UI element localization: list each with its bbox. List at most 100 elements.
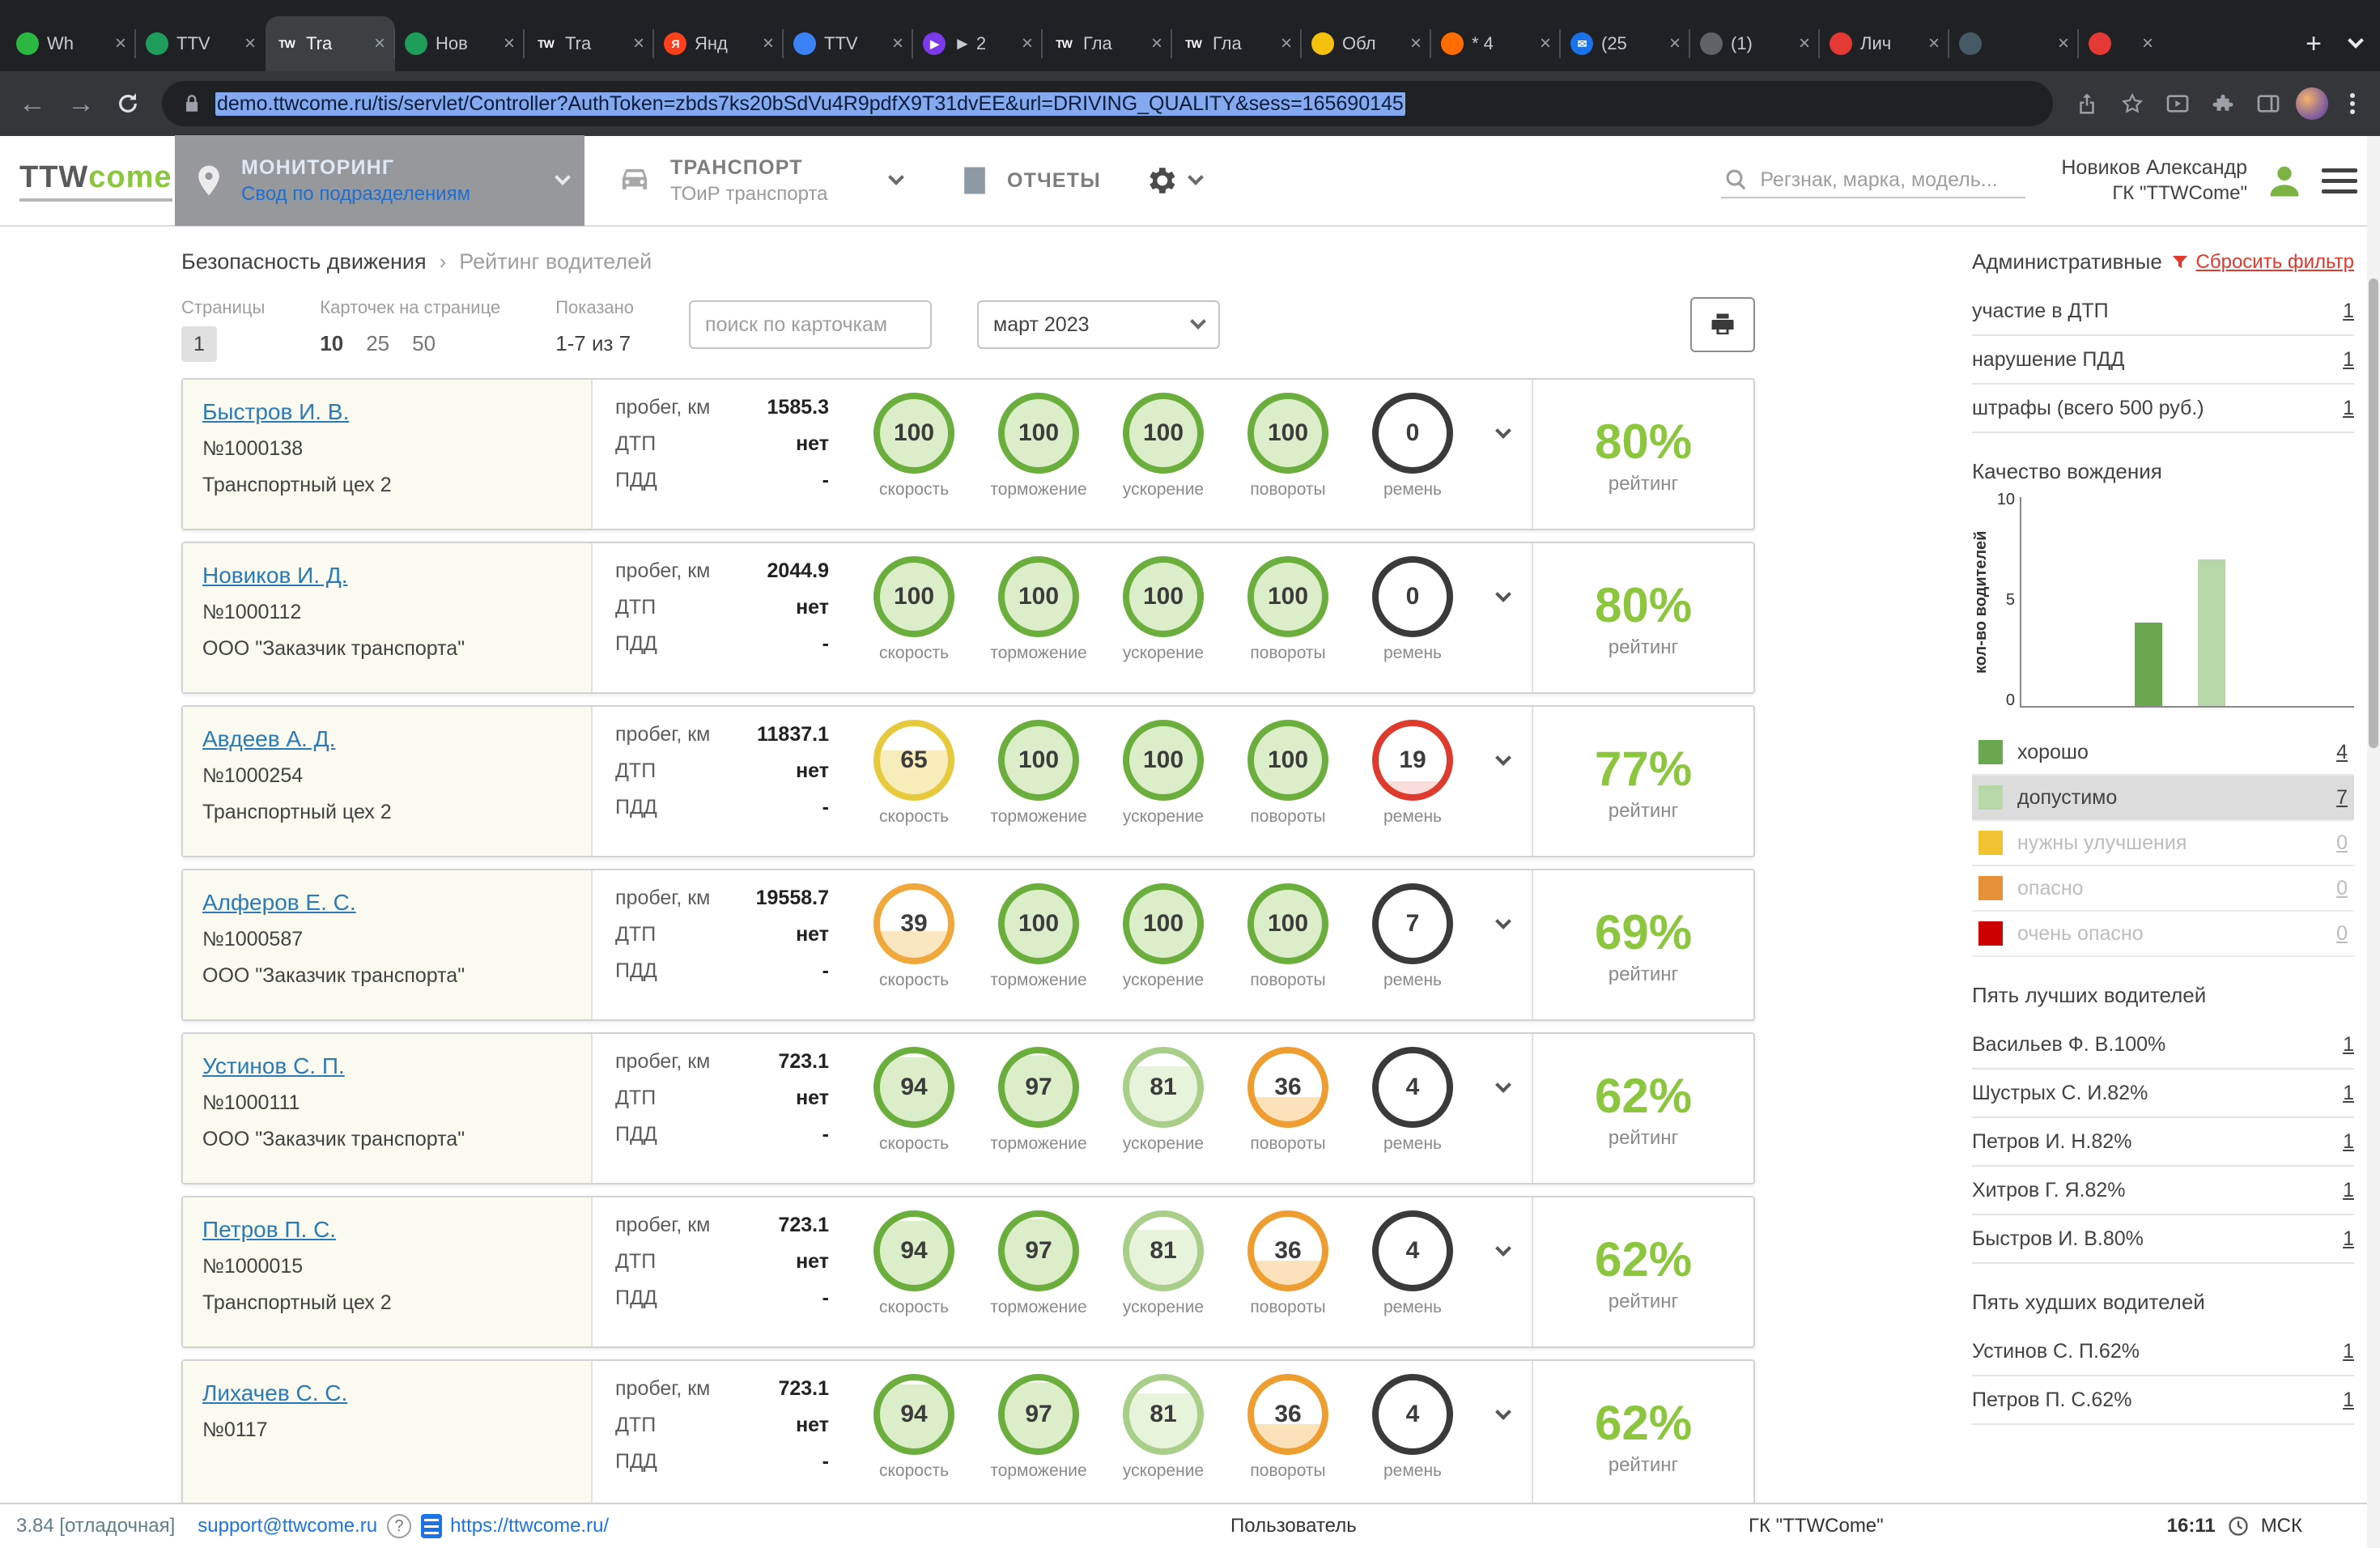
browser-tab[interactable]: TW Гла × [1172,16,1302,71]
tab-overflow-chevron-icon[interactable] [2338,23,2374,65]
browser-tab[interactable]: TW Tra × [266,16,395,71]
browser-tab[interactable]: TW Tra × [525,16,654,71]
tab-close-icon[interactable]: × [1410,32,1422,55]
tab-close-icon[interactable]: × [633,32,644,55]
tab-close-icon[interactable]: × [244,32,256,55]
legend-row[interactable]: хорошо 4 [1972,730,2354,776]
profile-avatar[interactable] [2296,87,2328,120]
driver-name-link[interactable]: Быстров И. В. [202,399,349,425]
browser-tab[interactable]: Я Янд × [654,16,784,71]
month-select[interactable]: март 2023 [977,300,1220,349]
tab-close-icon[interactable]: × [374,32,385,55]
legend-row[interactable]: опасно 0 [1972,866,2354,912]
legend-count-link[interactable]: 7 [2336,786,2348,810]
legend-row[interactable]: нужны улучшения 0 [1972,821,2354,866]
new-tab-button[interactable]: + [2293,23,2335,65]
share-icon[interactable] [2069,86,2105,121]
app-menu-icon[interactable] [2322,162,2357,200]
side-panel-icon[interactable] [2250,86,2286,121]
legend-count-link[interactable]: 0 [2336,831,2348,855]
browser-tab[interactable]: Лич × [1820,16,1949,71]
tab-close-icon[interactable]: × [115,32,126,55]
support-email-link[interactable]: support@ttwcome.ru [198,1515,377,1537]
browser-tab[interactable]: Wh × [6,16,136,71]
browser-tab[interactable]: ✉ (25 × [1561,16,1690,71]
per-page-option[interactable]: 10 [320,331,343,356]
tab-close-icon[interactable]: × [763,32,774,55]
bookmark-star-icon[interactable] [2114,86,2150,121]
tab-close-icon[interactable]: × [1540,32,1551,55]
help-icon[interactable]: ? [387,1514,411,1538]
back-button[interactable]: ← [13,88,52,120]
filter-count-link[interactable]: 1 [2343,397,2354,420]
browser-menu-icon[interactable] [2338,93,2367,114]
driver-count-link[interactable]: 1 [2343,1082,2354,1105]
per-page-option[interactable]: 25 [366,331,389,356]
tab-close-icon[interactable]: × [1022,32,1033,55]
browser-tab[interactable]: TTV × [784,16,913,71]
extensions-puzzle-icon[interactable] [2205,86,2241,121]
driver-count-link[interactable]: 1 [2343,1130,2354,1154]
browser-tab[interactable]: (1) × [1690,16,1820,71]
tab-close-icon[interactable]: × [504,32,515,55]
worst-driver-row[interactable]: Петров П. С.62% 1 [1972,1376,2354,1425]
admin-filter-row[interactable]: штрафы (всего 500 руб.) 1 [1972,385,2354,433]
reset-filter-link[interactable]: Сбросить фильтр [2170,251,2354,274]
tab-close-icon[interactable]: × [1151,32,1162,55]
card-search-input[interactable] [689,300,932,349]
legend-count-link[interactable]: 4 [2336,741,2348,764]
nav-monitoring[interactable]: МОНИТОРИНГ Свод по подразделениям [175,135,584,226]
url-text[interactable]: demo.ttwcome.ru/tis/servlet/Controller?A… [215,92,1405,116]
driver-count-link[interactable]: 1 [2343,1179,2354,1202]
scrollbar-thumb[interactable] [2369,279,2378,748]
browser-tab[interactable]: TW Гла × [1043,16,1172,71]
legend-count-link[interactable]: 0 [2336,877,2348,900]
browser-tab[interactable]: Нов × [395,16,525,71]
worst-driver-row[interactable]: Устинов С. П.62% 1 [1972,1328,2354,1376]
tab-close-icon[interactable]: × [1928,32,1940,55]
admin-filter-row[interactable]: участие в ДТП 1 [1972,287,2354,336]
nav-transport[interactable]: ТРАНСПОРТ ТОиР транспорта [597,135,918,226]
driver-name-link[interactable]: Новиков И. Д. [202,563,348,589]
browser-tab[interactable]: ▶ ► 2 × [913,16,1043,71]
best-driver-row[interactable]: Васильев Ф. В.100% 1 [1972,1021,2354,1070]
reload-button[interactable] [110,86,146,121]
breadcrumb-parent[interactable]: Безопасность движения [181,249,427,274]
user-avatar-icon[interactable] [2263,159,2306,202]
tab-close-icon[interactable]: × [1669,32,1681,55]
driver-count-link[interactable]: 1 [2343,1227,2354,1251]
driver-name-link[interactable]: Петров П. С. [202,1217,336,1243]
driver-name-link[interactable]: Алферов Е. С. [202,890,356,916]
page-number-button[interactable]: 1 [181,326,217,362]
address-bar[interactable]: demo.ttwcome.ru/tis/servlet/Controller?A… [162,81,2053,126]
tab-close-icon[interactable]: × [2142,32,2153,55]
print-button[interactable] [1690,297,1755,352]
driver-name-link[interactable]: Авдеев А. Д. [202,726,335,752]
media-control-icon[interactable] [2160,86,2195,121]
driver-count-link[interactable]: 1 [2343,1389,2354,1412]
admin-filter-row[interactable]: нарушение ПДД 1 [1972,336,2354,385]
settings-menu[interactable] [1143,163,1201,198]
driver-name-link[interactable]: Устинов С. П. [202,1053,345,1079]
forward-button[interactable]: → [62,88,100,120]
filter-count-link[interactable]: 1 [2343,348,2354,372]
browser-tab[interactable]: × [1949,16,2079,71]
vehicle-search-input[interactable] [1760,168,2019,192]
browser-tab[interactable]: × [2079,16,2163,71]
site-url-link[interactable]: https://ttwcome.ru/ [450,1515,609,1537]
best-driver-row[interactable]: Быстров И. В.80% 1 [1972,1215,2354,1264]
driver-count-link[interactable]: 1 [2343,1340,2354,1363]
best-driver-row[interactable]: Хитров Г. Я.82% 1 [1972,1167,2354,1215]
best-driver-row[interactable]: Шустрых С. И.82% 1 [1972,1070,2354,1118]
driver-count-link[interactable]: 1 [2343,1033,2354,1057]
nav-reports[interactable]: ОТЧЕТЫ [941,135,1117,226]
tab-close-icon[interactable]: × [892,32,903,55]
browser-tab[interactable]: Обл × [1302,16,1431,71]
legend-row[interactable]: очень опасно 0 [1972,912,2354,957]
browser-tab[interactable]: * 4 × [1431,16,1561,71]
tab-close-icon[interactable]: × [1281,32,1292,55]
legend-count-link[interactable]: 0 [2336,922,2348,946]
app-logo[interactable]: TTWcome [0,160,168,202]
per-page-option[interactable]: 50 [412,331,436,356]
filter-count-link[interactable]: 1 [2343,300,2354,323]
